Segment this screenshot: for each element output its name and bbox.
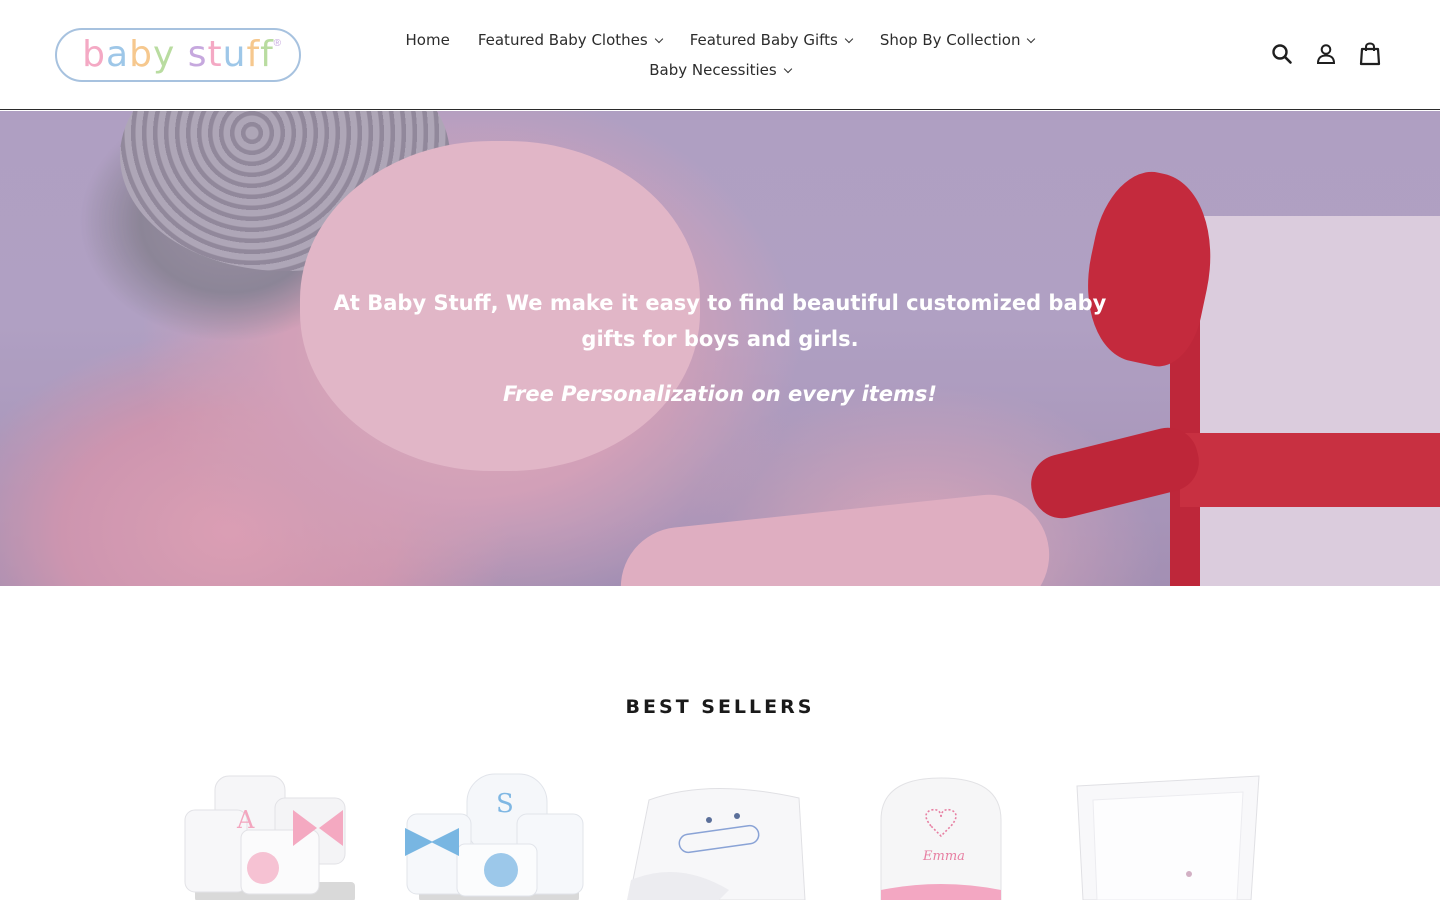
logo-wordmark: baby stuff [82,34,274,75]
product-monogram: Emma [922,849,965,864]
product-card-pink-basket[interactable]: A [175,770,375,900]
nav-item-shop-by-collection[interactable]: Shop By Collection [866,31,1049,49]
product-image [627,787,806,900]
chevron-down-icon [844,34,854,43]
nav-item-label: Featured Baby Gifts [689,31,838,49]
product-image [1076,775,1260,900]
chevron-down-icon [654,34,663,43]
product-card-blue-basket[interactable]: S [397,770,597,900]
nav-item-featured-baby-clothes[interactable]: Featured Baby Clothes [464,31,676,49]
hero-text: At Baby Stuff, We make it easy to find b… [320,285,1120,412]
product-card-monogram-pillow[interactable] [1063,770,1263,900]
chevron-down-icon [783,64,792,73]
nav-item-label: Baby Necessities [649,61,777,79]
cart-icon [1359,42,1381,66]
nav-item-label: Home [405,31,450,49]
product-card-satin-blanket[interactable] [619,770,819,900]
product-card-hooded-towel[interactable]: Emma [841,770,1041,900]
account-icon [1316,44,1336,64]
hero-headline: At Baby Stuff, We make it easy to find b… [333,291,1107,351]
header-actions [1252,40,1384,68]
nav-row-1: Home Featured Baby Clothes Featured Baby… [380,26,1060,54]
product-image: S [405,773,584,900]
site-header: baby stuff ® Home Featured Baby Clothes … [0,0,1440,110]
product-image: Emma [880,777,1002,900]
product-image: A [184,775,355,900]
nav-item-featured-baby-gifts[interactable]: Featured Baby Gifts [676,31,866,49]
main-navigation: Home Featured Baby Clothes Featured Baby… [380,26,1060,84]
search-icon [1272,44,1292,64]
best-sellers-grid: A S Emma [175,770,1265,900]
logo-registered-mark: ® [273,38,281,49]
hero-subline: Free Personalization on every items! [502,382,938,406]
nav-item-baby-necessities[interactable]: Baby Necessities [635,61,804,79]
account-button[interactable] [1312,40,1340,68]
product-monogram: A [236,806,255,834]
nav-row-2: Baby Necessities [380,56,1060,84]
cart-button[interactable] [1356,40,1384,68]
hero-banner: At Baby Stuff, We make it easy to find b… [0,111,1440,586]
site-logo[interactable]: baby stuff ® [55,28,301,82]
nav-item-label: Featured Baby Clothes [477,31,648,49]
product-monogram: S [496,789,514,819]
nav-item-home[interactable]: Home [392,31,464,49]
chevron-down-icon [1027,34,1036,43]
best-sellers-title: BEST SELLERS [625,696,815,718]
nav-item-label: Shop By Collection [879,31,1021,49]
search-button[interactable] [1268,40,1296,68]
